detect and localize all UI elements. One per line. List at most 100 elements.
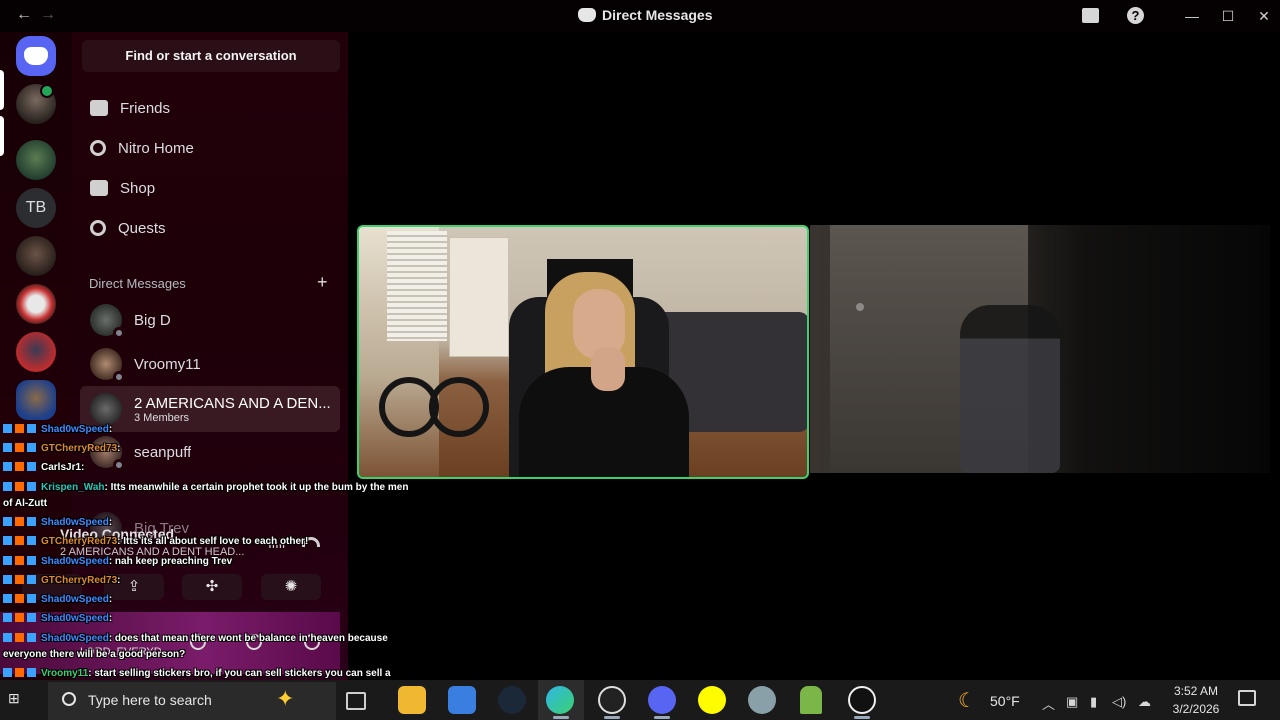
soundboard-button[interactable]: ✺	[261, 574, 321, 600]
activities-button[interactable]: ✣	[182, 574, 242, 600]
meet-now-icon[interactable]: ▣	[1066, 694, 1078, 710]
copilot-sparkle-icon[interactable]: ✦	[276, 686, 294, 712]
chat-username: Shad0wSpeed	[41, 556, 109, 567]
chat-text: :	[108, 594, 113, 605]
chat-badges-icon	[3, 668, 39, 677]
chat-text: :	[81, 462, 85, 473]
server-icon[interactable]	[16, 236, 56, 276]
ufo-app-icon[interactable]	[748, 686, 776, 714]
chat-text: : start selling stickers bro, if you can…	[88, 668, 391, 679]
help-icon[interactable]: ?	[1127, 7, 1144, 24]
nav-shop[interactable]: Shop	[80, 168, 340, 208]
onedrive-cloud-icon[interactable]: ☁	[1138, 694, 1151, 710]
video-scene	[856, 303, 864, 311]
dm-item[interactable]: Vroomy11	[80, 342, 340, 386]
weather-temp[interactable]: 50°F	[990, 693, 1020, 709]
maximize-button[interactable]: ☐	[1218, 6, 1238, 26]
chat-badges-icon	[3, 594, 39, 603]
chat-message: CarlsJr1:	[3, 462, 84, 473]
nav-label: Nitro Home	[118, 139, 194, 157]
clock-time[interactable]: 3:52 AM	[1168, 684, 1224, 698]
dm-section-header: Direct Messages	[89, 276, 186, 291]
chat-username: CarlsJr1	[41, 462, 82, 473]
battery-icon[interactable]: ▮	[1090, 694, 1097, 710]
forward-arrow-icon[interactable]: →	[40, 6, 56, 24]
chat-text: : Itts meanwhile a certain prophet took …	[104, 482, 409, 493]
chat-text: :	[117, 575, 121, 586]
chat-badges-icon	[3, 424, 39, 433]
server-tb[interactable]: TB	[16, 188, 56, 228]
home-selected-pill	[0, 70, 4, 110]
friends-icon	[90, 100, 108, 116]
title-bar: ← → Direct Messages ? — ☐ ✕	[0, 0, 1280, 32]
close-button[interactable]: ✕	[1254, 6, 1274, 26]
discord-icon[interactable]	[648, 686, 676, 714]
discord-logo-icon	[578, 8, 596, 22]
chess-icon[interactable]	[800, 686, 822, 714]
nav-quests[interactable]: Quests	[80, 208, 340, 248]
dm-name: Vroomy11	[134, 355, 201, 373]
steam-icon[interactable]	[498, 686, 526, 714]
running-indicator	[854, 716, 870, 719]
chat-text: :	[108, 424, 113, 435]
status-dot-icon	[113, 459, 125, 471]
minimize-button[interactable]: —	[1182, 6, 1202, 26]
task-view-icon[interactable]	[346, 692, 366, 710]
chat-text: : Itts its all about self love to each o…	[117, 536, 309, 547]
server-icon[interactable]	[16, 332, 56, 372]
chat-text: everyone there will be a good person?	[3, 649, 186, 660]
chat-text: : nah keep preaching Trev	[108, 556, 233, 567]
file-explorer-icon[interactable]	[398, 686, 426, 714]
moon-weather-icon[interactable]: ☾	[958, 688, 976, 713]
notification-icon[interactable]	[1238, 690, 1256, 706]
volume-icon[interactable]: ◁)	[1112, 694, 1126, 710]
avatar	[90, 304, 125, 339]
inbox-icon[interactable]	[1082, 8, 1099, 23]
quests-icon	[90, 220, 106, 236]
find-conversation-button[interactable]: Find or start a conversation	[82, 40, 340, 72]
obs-icon[interactable]	[598, 686, 626, 714]
nav-label: Friends	[120, 99, 171, 117]
start-button[interactable]: ⊞	[8, 690, 20, 707]
back-arrow-icon[interactable]: ←	[16, 6, 32, 24]
video-scene	[449, 237, 509, 357]
video-badge-icon	[40, 84, 54, 98]
server-icon[interactable]	[16, 140, 56, 180]
chat-badges-icon	[3, 556, 39, 565]
nav-nitro-home[interactable]: Nitro Home	[80, 128, 340, 168]
home-button[interactable]	[16, 36, 56, 76]
github-icon[interactable]	[848, 686, 876, 714]
dm-item[interactable]: Big D	[80, 298, 340, 342]
chat-username: GTCherryRed73	[41, 536, 118, 547]
edge-icon[interactable]	[546, 686, 574, 714]
chat-message: Shad0wSpeed:	[3, 517, 112, 528]
group-avatar	[90, 393, 122, 425]
chevron-up-icon[interactable]: ︿	[1042, 694, 1055, 713]
dm-item-group-selected[interactable]: 2 AMERICANS AND A DEN... 3 Members	[80, 386, 340, 432]
status-dot-icon	[113, 327, 125, 339]
chat-badges-icon	[3, 517, 39, 526]
group-members: 3 Members	[134, 411, 190, 424]
clock-date[interactable]: 3/2/2026	[1164, 702, 1228, 716]
video-tile-speaking[interactable]	[357, 225, 809, 479]
create-dm-plus-icon[interactable]: +	[317, 272, 328, 293]
running-indicator	[654, 716, 670, 719]
video-scene	[387, 231, 447, 341]
video-person	[591, 347, 625, 391]
server-icon[interactable]	[16, 380, 56, 420]
dm-name: Big D	[134, 311, 171, 329]
snapchat-icon[interactable]	[698, 686, 726, 714]
dm-name: seanpuff	[134, 443, 192, 461]
unread-pill	[0, 116, 4, 156]
status-dot-icon	[113, 371, 125, 383]
microsoft-store-icon[interactable]	[448, 686, 476, 714]
chat-message: GTCherryRed73: Itts its all about self l…	[3, 536, 308, 547]
nav-friends[interactable]: Friends	[80, 88, 340, 128]
chat-text: : does that mean there wont be balance i…	[108, 633, 388, 644]
chat-username: Shad0wSpeed	[41, 613, 109, 624]
server-icon[interactable]	[16, 284, 56, 324]
running-indicator	[604, 716, 620, 719]
chat-text: :	[108, 613, 113, 624]
search-input[interactable]: Type here to search	[88, 692, 212, 708]
video-tile[interactable]	[810, 225, 1270, 473]
